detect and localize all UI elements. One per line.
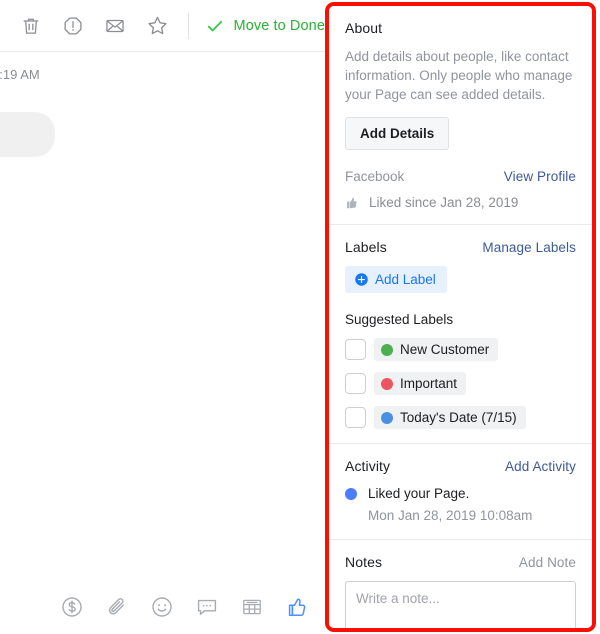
details-panel-highlight-annotation: About Add details about people, like con…: [325, 2, 596, 632]
message-bubble: [0, 112, 55, 157]
about-section-header: About: [345, 20, 576, 36]
mark-unread-icon[interactable]: [102, 13, 128, 39]
table-grid-icon[interactable]: [238, 593, 266, 621]
labels-section: Labels Manage Labels Add Label Suggested…: [329, 224, 592, 443]
view-profile-link[interactable]: View Profile: [504, 169, 576, 184]
contact-details-panel: About Add details about people, like con…: [329, 6, 592, 628]
suggested-label-chip[interactable]: New Customer: [374, 338, 499, 361]
message-timestamp: 0:19 AM: [0, 66, 40, 82]
add-details-button[interactable]: Add Details: [345, 117, 450, 150]
suggested-label-row: Today's Date (7/15): [345, 406, 576, 429]
suggested-label-name: Today's Date (7/15): [400, 410, 517, 425]
move-to-done-label: Move to Done: [233, 17, 325, 34]
activity-status-dot: [345, 488, 357, 500]
thumbs-up-icon: [345, 196, 359, 210]
activity-entry-title: Liked your Page.: [368, 486, 470, 501]
thumbs-up-like-icon[interactable]: [283, 593, 311, 621]
suggested-label-row: New Customer: [345, 338, 576, 361]
trash-icon[interactable]: [18, 13, 44, 39]
activity-section-header: Activity Add Activity: [345, 458, 576, 474]
activity-title: Activity: [345, 458, 391, 474]
plus-circle-icon: [354, 272, 369, 287]
liked-since-text: Liked since Jan 28, 2019: [369, 195, 519, 210]
suggested-labels-list: New Customer Important Today's Date (7/1…: [345, 338, 576, 429]
notes-title: Notes: [345, 554, 383, 570]
about-description: Add details about people, like contact i…: [345, 49, 573, 102]
activity-entry-time: Mon Jan 28, 2019 10:08am: [368, 508, 533, 523]
conversation-pane: Move to Done 0:19 AM: [0, 0, 325, 634]
add-label-text: Add Label: [375, 272, 436, 287]
suggested-label-checkbox[interactable]: [345, 339, 366, 360]
toolbar-divider: [188, 12, 189, 39]
label-color-dot: [381, 343, 393, 356]
suggested-label-checkbox[interactable]: [345, 373, 366, 394]
labels-section-header: Labels Manage Labels: [345, 239, 576, 255]
suggested-label-chip[interactable]: Today's Date (7/15): [374, 406, 526, 429]
activity-entry: Liked your Page. Mon Jan 28, 2019 10:08a…: [345, 484, 576, 525]
manage-labels-link[interactable]: Manage Labels: [482, 240, 576, 255]
check-icon: [205, 16, 225, 36]
attachment-paperclip-icon[interactable]: [103, 593, 131, 621]
suggested-label-chip[interactable]: Important: [374, 372, 467, 395]
note-input-wrapper: [345, 581, 576, 628]
about-source-label: Facebook: [345, 169, 405, 184]
suggested-label-row: Important: [345, 372, 576, 395]
emoji-smiley-icon[interactable]: [148, 593, 176, 621]
suggested-label-name: Important: [400, 376, 458, 391]
conversation-toolbar: Move to Done: [0, 0, 325, 52]
payment-dollar-icon[interactable]: [58, 593, 86, 621]
activity-entry-text: Liked your Page. Mon Jan 28, 2019 10:08a…: [368, 484, 532, 525]
note-input[interactable]: [345, 581, 576, 628]
move-to-done-button[interactable]: Move to Done: [205, 16, 325, 36]
add-label-button[interactable]: Add Label: [345, 266, 447, 293]
app-screen: Move to Done 0:19 AM: [0, 0, 600, 634]
report-spam-icon[interactable]: [60, 13, 86, 39]
composer-toolbar: [0, 580, 325, 634]
message-timestamp-row: 0:19 AM: [0, 52, 325, 96]
activity-section: Activity Add Activity Liked your Page. M…: [329, 443, 592, 539]
label-color-dot: [381, 411, 393, 424]
notes-section: Notes Add Note: [329, 539, 592, 628]
add-activity-link[interactable]: Add Activity: [505, 459, 576, 474]
liked-since-row: Liked since Jan 28, 2019: [345, 195, 576, 210]
star-icon[interactable]: [144, 13, 170, 39]
label-color-dot: [381, 377, 393, 390]
conversation-action-icons: [0, 13, 170, 39]
saved-reply-bubble-icon[interactable]: [193, 593, 221, 621]
about-section: About Add details about people, like con…: [329, 6, 592, 224]
notes-section-header: Notes Add Note: [345, 554, 576, 570]
labels-title: Labels: [345, 239, 387, 255]
suggested-label-name: New Customer: [400, 342, 490, 357]
suggested-labels-title: Suggested Labels: [345, 312, 454, 327]
suggested-label-checkbox[interactable]: [345, 407, 366, 428]
about-source-row: Facebook View Profile: [345, 169, 576, 184]
about-title: About: [345, 20, 383, 36]
add-note-link[interactable]: Add Note: [519, 555, 576, 570]
